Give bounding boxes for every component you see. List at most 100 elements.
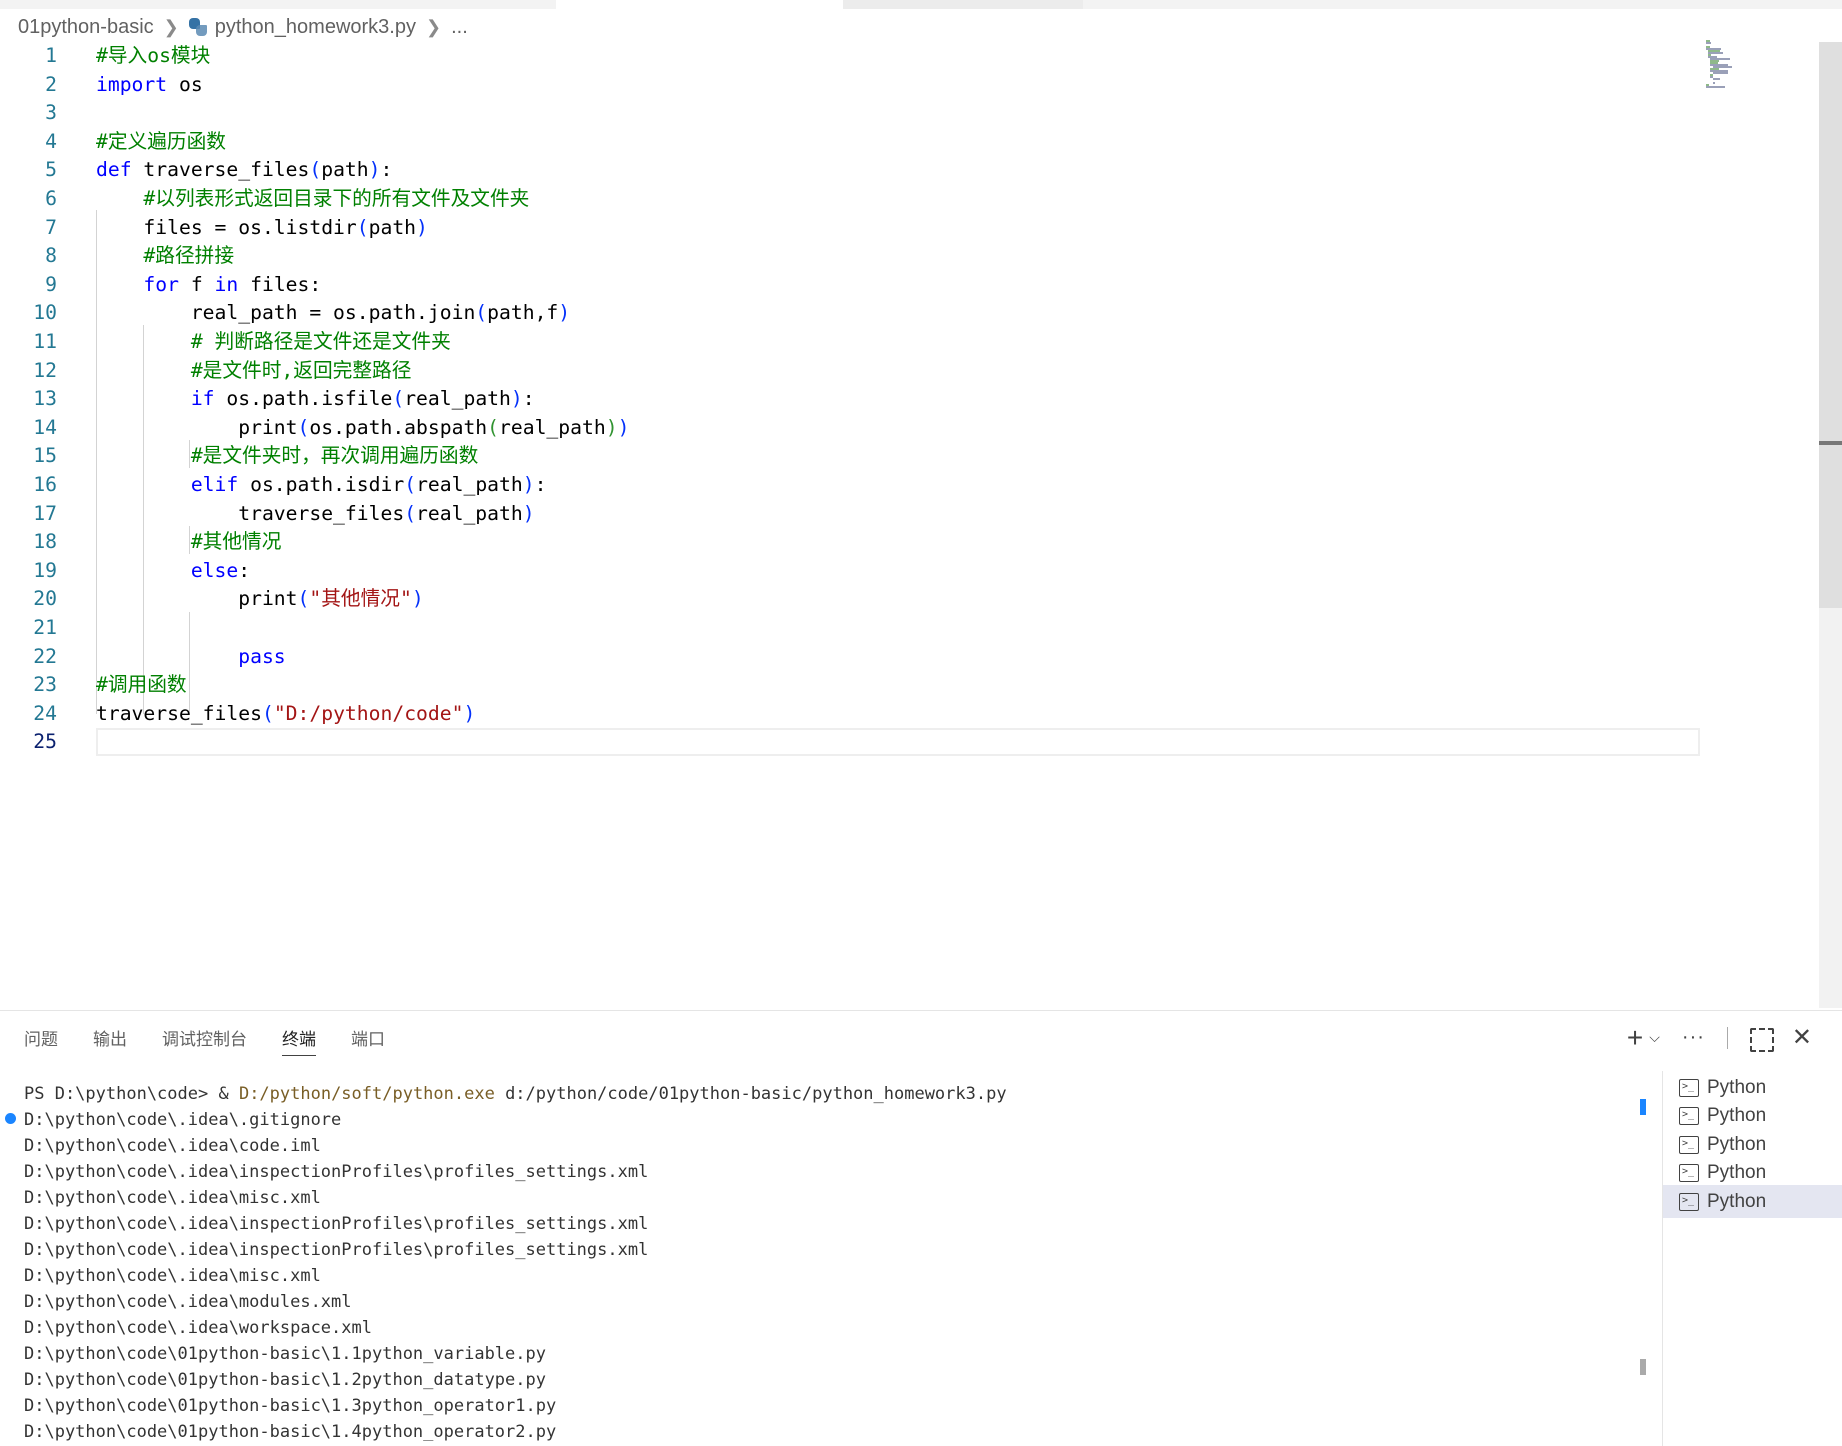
code-line[interactable]: 1 #导入os模块 <box>0 42 1700 71</box>
editor-scrollbar-thumb[interactable] <box>1819 42 1842 608</box>
code-text: print(os.path.abspath(real_path)) <box>96 415 630 439</box>
terminal-output[interactable]: PS D:\python\code> & D:/python/soft/pyth… <box>24 1081 1624 1441</box>
terminal-output-line: D:\python\code\.idea\workspace.xml <box>24 1318 372 1338</box>
code-text: #是文件时,返回完整路径 <box>190 358 412 382</box>
line-number: 2 <box>45 72 57 96</box>
terminal-icon: >_ <box>1679 1078 1699 1097</box>
code-line[interactable]: 18 #其他情况 <box>0 528 1700 557</box>
terminal-output-line: D:\python\code\01python-basic\1.1python_… <box>24 1344 546 1364</box>
line-number: 3 <box>45 101 57 125</box>
terminal-scroll-thumb[interactable] <box>1640 1359 1646 1375</box>
terminal-exe-path: D:/python/soft/python.exe <box>238 1084 495 1104</box>
divider <box>1726 1026 1728 1049</box>
code-text: #路径拼接 <box>143 244 235 268</box>
breadcrumb-file[interactable]: python_homework3.py <box>215 16 416 39</box>
terminal-icon: >_ <box>1679 1107 1699 1125</box>
panel-actions: + ⌵ ··· ✕ <box>1627 1023 1812 1052</box>
breadcrumb-more[interactable]: ... <box>451 16 468 39</box>
line-number: 24 <box>33 701 57 725</box>
code-text: #调用函数 <box>96 673 187 697</box>
code-text: #是文件夹时，再次调用遍历函数 <box>190 444 479 468</box>
code-line[interactable]: 3 <box>0 99 1700 128</box>
terminal-list: >_ Python >_ Python >_ Python >_ Python >_ Python <box>1662 1071 1842 1446</box>
code-text: #导入os模块 <box>96 44 211 67</box>
code-line[interactable]: 21 <box>0 614 1700 643</box>
code-line[interactable]: 4 #定义遍历函数 <box>0 128 1700 157</box>
terminal-list-item[interactable]: >_ Python <box>1663 1185 1842 1218</box>
line-number: 16 <box>33 473 57 496</box>
minimap-line <box>1712 82 1715 84</box>
breadcrumb-folder[interactable]: 01python-basic <box>18 16 154 39</box>
line-number: 22 <box>33 644 57 668</box>
code-line[interactable]: 6 #以列表形式返回目录下的所有文件及文件夹 <box>0 185 1700 214</box>
panel-tab[interactable]: 端口 <box>351 1025 385 1056</box>
code-text: #其他情况 <box>190 530 282 554</box>
minimap[interactable] <box>1706 40 1756 92</box>
code-line[interactable]: 23 #调用函数 <box>0 671 1700 700</box>
line-number: 4 <box>45 129 57 153</box>
line-number: 13 <box>33 387 57 411</box>
code-line[interactable]: 25 <box>0 728 1700 757</box>
more-actions-button[interactable]: ··· <box>1682 1026 1705 1049</box>
maximize-panel-icon[interactable] <box>1749 1027 1774 1052</box>
terminal-amp: & <box>218 1084 239 1104</box>
breadcrumb: 01python-basic ❯ python_homework3.py ❯ .… <box>18 12 468 42</box>
code-line[interactable]: 19 else: <box>0 557 1700 586</box>
terminal-list-label: Python <box>1707 1190 1767 1212</box>
terminal-output-line: D:\python\code\01python-basic\1.2python_… <box>24 1370 546 1390</box>
editor-scrollbar[interactable] <box>1819 42 1842 1008</box>
panel-tab[interactable]: 输出 <box>93 1025 127 1056</box>
panel-tab[interactable]: 问题 <box>24 1025 58 1056</box>
code-text: elif os.path.isdir(real_path): <box>190 473 547 496</box>
line-number: 10 <box>33 301 57 325</box>
terminal-list-label: Python <box>1707 1162 1767 1183</box>
code-line[interactable]: 7 files = os.listdir(path) <box>0 214 1700 243</box>
terminal-list-label: Python <box>1707 1105 1767 1126</box>
code-line[interactable]: 5 def traverse_files(path): <box>0 156 1700 185</box>
terminal-icon: >_ <box>1679 1192 1699 1211</box>
terminal-output-line: D:\python\code\.idea\misc.xml <box>24 1266 321 1286</box>
code-line[interactable]: 17 traverse_files(real_path) <box>0 500 1700 529</box>
line-number: 17 <box>33 501 57 525</box>
code-line[interactable]: 15 #是文件夹时，再次调用遍历函数 <box>0 442 1700 471</box>
code-line[interactable]: 16 elif os.path.isdir(real_path): <box>0 471 1700 500</box>
command-decoration-dot[interactable] <box>5 1113 16 1124</box>
code-line[interactable]: 24 traverse_files("D:/python/code") <box>0 700 1700 729</box>
line-number: 19 <box>33 558 57 582</box>
chevron-down-icon[interactable]: ⌵ <box>1649 1029 1660 1046</box>
code-line[interactable]: 2 import os <box>0 71 1700 100</box>
code-line[interactable]: 11 # 判断路径是文件还是文件夹 <box>0 328 1700 357</box>
code-line[interactable]: 10 real_path = os.path.join(path,f) <box>0 299 1700 328</box>
code-line[interactable]: 9 for f in files: <box>0 271 1700 300</box>
terminal-scrollbar[interactable] <box>1640 1091 1648 1446</box>
new-terminal-button[interactable]: + <box>1627 1023 1643 1051</box>
line-number: 21 <box>33 616 57 639</box>
minimap-line <box>1706 42 1712 44</box>
code-text: print("其他情况") <box>96 587 424 611</box>
code-line[interactable]: 20 print("其他情况") <box>0 585 1700 614</box>
panel-tab[interactable]: 调试控制台 <box>162 1025 247 1056</box>
terminal-scroll-marker <box>1640 1099 1646 1115</box>
line-number: 7 <box>45 215 57 239</box>
terminal-output-line: D:\python\code\.idea\modules.xml <box>24 1292 352 1312</box>
code-text: # 判断路径是文件还是文件夹 <box>190 330 451 353</box>
code-text: if os.path.isfile(real_path): <box>190 387 535 411</box>
code-line[interactable]: 22 pass <box>0 643 1700 672</box>
code-line[interactable]: 12 #是文件时,返回完整路径 <box>0 357 1700 386</box>
code-editor[interactable]: 1 #导入os模块 2 import os 3 4 #定义遍历函数 5 def traverse… <box>0 42 1822 1008</box>
terminal-command-line: PS D:\python\code> & D:/python/soft/pyth… <box>24 1081 1624 1107</box>
line-number: 11 <box>33 330 57 353</box>
terminal-output-line: D:\python\code\01python-basic\1.3python_… <box>24 1396 557 1416</box>
code-text: import os <box>96 72 203 96</box>
code-line[interactable]: 14 print(os.path.abspath(real_path)) <box>0 414 1700 443</box>
code-line[interactable]: 13 if os.path.isfile(real_path): <box>0 385 1700 414</box>
bottom-panel: 问题 输出 调试控制台 终端 端口 + ⌵ ··· ✕ PS D:\python\cod… <box>0 1010 1842 1446</box>
line-number: 6 <box>45 187 57 210</box>
code-line[interactable]: 8 #路径拼接 <box>0 242 1700 271</box>
line-number: 15 <box>33 444 57 468</box>
terminal-arg: d:/python/code/01python-basic/python_hom… <box>494 1084 1007 1104</box>
close-panel-button[interactable]: ✕ <box>1792 1023 1812 1052</box>
line-number: 23 <box>33 673 57 697</box>
panel-tab[interactable]: 终端 <box>282 1025 316 1056</box>
editor-tab-strip <box>0 0 1842 9</box>
